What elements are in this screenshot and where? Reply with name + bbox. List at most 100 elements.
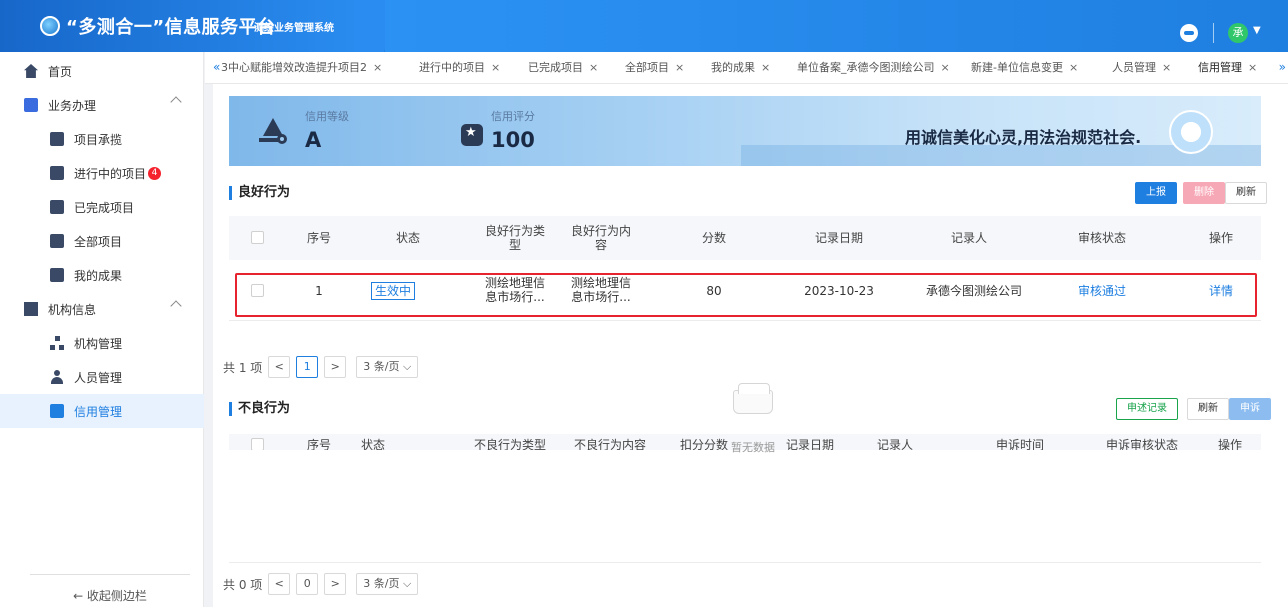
- sidebar-item-label: 业务办理: [48, 98, 97, 113]
- main-content: 信用等级 A 信用评分 100 用诚信美化心灵,用法治规范社会. 良好行为 上报…: [213, 84, 1288, 607]
- checked-doc-icon: [50, 200, 64, 214]
- good-pagination: 共 1 项 < 1 > 3 条/页 ⌵: [223, 356, 419, 378]
- credit-score-icon: [461, 124, 483, 146]
- sidebar-item-all-projects[interactable]: 全部项目: [0, 224, 204, 258]
- column-header: 申诉时间: [995, 438, 1044, 450]
- credit-score-label: 信用评分: [491, 110, 535, 123]
- bad-pagination: 共 0 项 < 0 > 3 条/页 ⌵: [223, 573, 419, 595]
- sidebar-item-in-progress[interactable]: 进行中的项目 4: [0, 156, 204, 190]
- tab-label: 单位备案_承德今图测绘公司: [797, 61, 935, 74]
- column-header: 操作: [1208, 231, 1233, 245]
- count-badge: 4: [148, 166, 162, 180]
- sidebar-item-label: 我的成果: [74, 268, 123, 283]
- chevron-up-icon: [170, 96, 182, 108]
- folder-icon: [50, 234, 64, 248]
- sidebar-item-org-manage[interactable]: 机构管理: [0, 326, 204, 360]
- select-all-checkbox[interactable]: [251, 231, 264, 244]
- building-icon: [24, 302, 38, 316]
- column-header: 分数: [701, 231, 726, 245]
- column-header: 良好行为内容: [570, 224, 631, 252]
- sidebar-item-label: 全部项目: [74, 234, 123, 249]
- sidebar-item-credit-manage[interactable]: 信用管理: [0, 394, 204, 428]
- tab-label: 进行中的项目: [419, 61, 485, 74]
- sidebar-item-label: 机构管理: [74, 336, 123, 351]
- next-page-button[interactable]: >: [324, 573, 347, 595]
- bad-behavior-title: 不良行为: [229, 402, 290, 416]
- credit-level-value: A: [305, 128, 322, 152]
- user-avatar[interactable]: 承: [1228, 23, 1248, 43]
- column-header: 状态: [360, 438, 385, 450]
- page-size-select[interactable]: 3 条/页 ⌵: [356, 573, 419, 595]
- credit-level-icon: [259, 118, 289, 148]
- close-icon[interactable]: ×: [589, 61, 598, 74]
- credit-icon: [50, 404, 64, 418]
- message-icon[interactable]: [1180, 24, 1198, 42]
- org-tree-icon: [50, 336, 64, 350]
- sidebar-item-project-bid[interactable]: 项目承揽: [0, 122, 204, 156]
- sidebar-item-label: 项目承揽: [74, 132, 123, 147]
- prev-page-button[interactable]: <: [268, 573, 291, 595]
- sidebar-item-completed[interactable]: 已完成项目: [0, 190, 204, 224]
- app-subtitle: 测绘业务管理系统: [254, 23, 334, 34]
- appeal-record-button[interactable]: 申述记录: [1116, 398, 1178, 420]
- tab-project[interactable]: 3中心赋能增效改造提升项目2 ×: [221, 52, 382, 83]
- sidebar-group-org[interactable]: 机构信息: [0, 292, 204, 326]
- sidebar-item-staff-manage[interactable]: 人员管理: [0, 360, 204, 394]
- tab-scroll-left-icon[interactable]: «: [213, 60, 220, 74]
- collapse-sidebar-button[interactable]: ← 收起侧边栏: [30, 574, 190, 604]
- close-icon[interactable]: ×: [1069, 61, 1078, 74]
- tab-my-results[interactable]: 我的成果 ×: [711, 52, 770, 83]
- appeal-button[interactable]: 申诉: [1229, 398, 1271, 420]
- header-right-area: [385, 0, 1288, 52]
- credit-banner: 信用等级 A 信用评分 100 用诚信美化心灵,用法治规范社会.: [229, 96, 1261, 166]
- tab-in-progress[interactable]: 进行中的项目 ×: [419, 52, 500, 83]
- column-header: 不良行为类型: [473, 438, 546, 450]
- page-number[interactable]: 1: [296, 356, 319, 378]
- tab-label: 新建-单位信息变更: [971, 61, 1063, 74]
- chevron-down-icon[interactable]: ▼: [1253, 25, 1261, 36]
- refresh-button[interactable]: 刷新: [1225, 182, 1267, 204]
- list-icon: [50, 132, 64, 146]
- close-icon[interactable]: ×: [1248, 61, 1257, 74]
- results-icon: [50, 268, 64, 282]
- report-button[interactable]: 上报: [1135, 182, 1177, 204]
- tab-unit-record[interactable]: 单位备案_承德今图测绘公司 ×: [797, 52, 950, 83]
- page-number[interactable]: 0: [296, 573, 319, 595]
- select-all-checkbox[interactable]: [251, 438, 264, 450]
- column-header: 申诉审核状态: [1105, 438, 1178, 450]
- column-header: 记录人: [950, 231, 987, 245]
- sidebar-group-business[interactable]: 业务办理: [0, 88, 204, 122]
- next-page-button[interactable]: >: [324, 356, 347, 378]
- prev-page-button[interactable]: <: [268, 356, 291, 378]
- column-header: 良好行为类型: [484, 224, 545, 252]
- tab-scroll-right-icon[interactable]: »: [1279, 60, 1286, 74]
- close-icon[interactable]: ×: [373, 61, 382, 74]
- tab-staff[interactable]: 人员管理 ×: [1112, 52, 1171, 83]
- tab-credit[interactable]: 信用管理 ×: [1198, 52, 1257, 83]
- tab-bar: « 3中心赋能增效改造提升项目2 × 进行中的项目 × 已完成项目 × 全部项目 × 我…: [205, 52, 1288, 84]
- credit-score-value: 100: [491, 128, 535, 152]
- total-count: 共 1 项: [223, 360, 263, 375]
- tab-unit-change[interactable]: 新建-单位信息变更 ×: [971, 52, 1078, 83]
- banner-slogan: 用诚信美化心灵,用法治规范社会.: [905, 128, 1142, 147]
- sidebar-item-my-results[interactable]: 我的成果: [0, 258, 204, 292]
- page-size-select[interactable]: 3 条/页 ⌵: [356, 356, 419, 378]
- close-icon[interactable]: ×: [491, 61, 500, 74]
- sidebar: 首页 业务办理 项目承揽 进行中的项目 4 已完成项目 全部项目 我的成果 机构…: [0, 52, 204, 607]
- close-icon[interactable]: ×: [941, 61, 950, 74]
- tab-all-projects[interactable]: 全部项目 ×: [625, 52, 684, 83]
- close-icon[interactable]: ×: [1162, 61, 1171, 74]
- close-icon[interactable]: ×: [675, 61, 684, 74]
- sidebar-item-label: 已完成项目: [74, 200, 135, 215]
- top-header: “多测合一”信息服务平台 测绘业务管理系统 承 ▼: [0, 0, 1288, 52]
- empty-inbox-icon: [733, 383, 773, 414]
- sidebar-item-home[interactable]: 首页: [0, 54, 204, 88]
- tab-completed[interactable]: 已完成项目 ×: [528, 52, 598, 83]
- tab-label: 已完成项目: [528, 61, 583, 74]
- tab-label: 全部项目: [625, 61, 669, 74]
- refresh-button[interactable]: 刷新: [1187, 398, 1229, 420]
- close-icon[interactable]: ×: [761, 61, 770, 74]
- column-header: 不良行为内容: [573, 438, 646, 450]
- banner-illustration: [1169, 110, 1213, 154]
- delete-button[interactable]: 删除: [1183, 182, 1225, 204]
